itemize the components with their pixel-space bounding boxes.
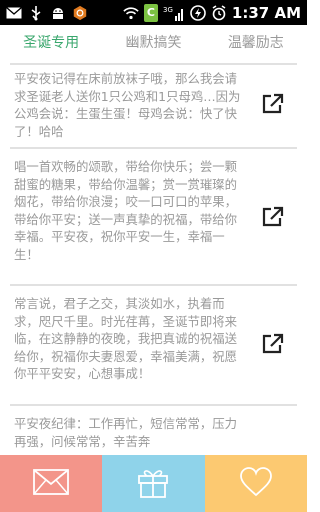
- list-item: 唱一首欢畅的颂歌，带给你快乐；尝一颗甜蜜的糖果，带给你温馨；赏一赏璀璨的烟花，带…: [10, 147, 297, 295]
- alarm-icon: [211, 4, 227, 21]
- message-list[interactable]: 平安夜记得在床前放袜子哦，那么我会请求圣诞老人送你1只公鸡和1只母鸡…因为公鸡会…: [0, 61, 307, 455]
- network-label: 3G: [163, 6, 173, 14]
- mail-button[interactable]: [0, 455, 103, 512]
- message-text: 常言说，君子之交，其淡如水，执着而求，咫尺千里。时光荏苒，圣诞节即将来临，在这静…: [14, 296, 238, 382]
- bottom-action-bar: [0, 455, 307, 512]
- share-out-icon[interactable]: [260, 204, 286, 230]
- wifi-icon: [123, 5, 139, 21]
- mail-notification-icon: [6, 5, 22, 21]
- signal-icon: 3G: [163, 5, 185, 21]
- list-item: 常言说，君子之交，其淡如水，执着而求，咫尺千里。时光荏苒，圣诞节即将来临，在这静…: [10, 284, 297, 408]
- mail-icon: [33, 468, 70, 499]
- gift-button[interactable]: [102, 455, 205, 512]
- tab-humor[interactable]: 幽默搞笑: [102, 25, 204, 61]
- tab-christmas[interactable]: 圣诞专用: [0, 25, 102, 61]
- battery-icon: [190, 4, 206, 21]
- tab-inspiration[interactable]: 温馨励志: [205, 25, 307, 61]
- heart-icon: [239, 466, 273, 501]
- clock-time: 1:37 AM: [231, 3, 301, 22]
- carrier-badge-icon: C: [143, 3, 158, 22]
- list-item: 平安夜纪律：工作再忙，短信常常，压力再强，问候常常，辛苦奔: [10, 404, 297, 455]
- app-notification-icon: [72, 5, 88, 21]
- usb-icon: [28, 5, 44, 21]
- status-bar: C 3G 1:37 AM: [0, 0, 307, 25]
- message-text: 平安夜记得在床前放袜子哦，那么我会请求圣诞老人送你1只公鸡和1只母鸡…因为公鸡会…: [14, 71, 241, 139]
- list-item: 平安夜记得在床前放袜子哦，那么我会请求圣诞老人送你1只公鸡和1只母鸡…因为公鸡会…: [10, 63, 297, 147]
- share-out-icon[interactable]: [260, 91, 286, 117]
- favorite-button[interactable]: [204, 455, 307, 512]
- gift-icon: [136, 465, 170, 503]
- share-out-icon[interactable]: [260, 331, 286, 357]
- message-text: 唱一首欢畅的颂歌，带给你快乐；尝一颗甜蜜的糖果，带给你温馨；赏一赏璀璨的烟花，带…: [14, 159, 238, 262]
- message-text: 平安夜纪律：工作再忙，短信常常，压力再强，问候常常，辛苦奔: [14, 416, 238, 449]
- android-debug-icon: [50, 5, 66, 21]
- category-tabs: 圣诞专用 幽默搞笑 温馨励志: [0, 25, 307, 61]
